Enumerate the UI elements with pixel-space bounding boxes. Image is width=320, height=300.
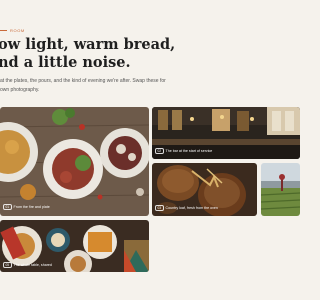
tile-index: 03 <box>155 204 164 211</box>
tile-index: 02 <box>155 147 164 154</box>
page-headline: ow light, warm bread, nd a little noise. <box>0 36 176 71</box>
tile-index: 01 <box>3 203 12 210</box>
tile-caption: 03 Country loaf, fresh from the oven <box>155 204 218 211</box>
eyebrow-label: ROOM <box>10 28 25 33</box>
gallery-tile-table[interactable]: 05 The whole table, shared <box>0 220 149 272</box>
tile-caption: 05 The whole table, shared <box>3 261 52 268</box>
vineyard-photo <box>261 163 300 216</box>
tile-caption-text: From the fire and plate <box>13 204 50 209</box>
tile-index: 05 <box>3 261 12 268</box>
section-eyebrow: ROOM <box>0 28 25 33</box>
tile-caption-text: The bar at the start of service <box>165 148 213 153</box>
plates-photo <box>0 107 149 216</box>
tile-caption-text: Country loaf, fresh from the oven <box>165 205 218 210</box>
tile-caption-text: The whole table, shared <box>13 262 52 267</box>
tile-caption: 02 The bar at the start of service <box>155 147 213 154</box>
gallery-tile-plates[interactable]: 01 From the fire and plate <box>0 107 149 216</box>
gallery-tile-bar[interactable]: 02 The bar at the start of service <box>152 107 300 159</box>
tile-caption: 01 From the fire and plate <box>3 203 50 210</box>
gallery-tile-vineyard[interactable] <box>261 163 300 216</box>
intro-text: at the plates, the pours, and the kind o… <box>0 78 166 93</box>
gallery-tile-bread[interactable]: 03 Country loaf, fresh from the oven <box>152 163 257 216</box>
eyebrow-dash <box>0 30 7 31</box>
